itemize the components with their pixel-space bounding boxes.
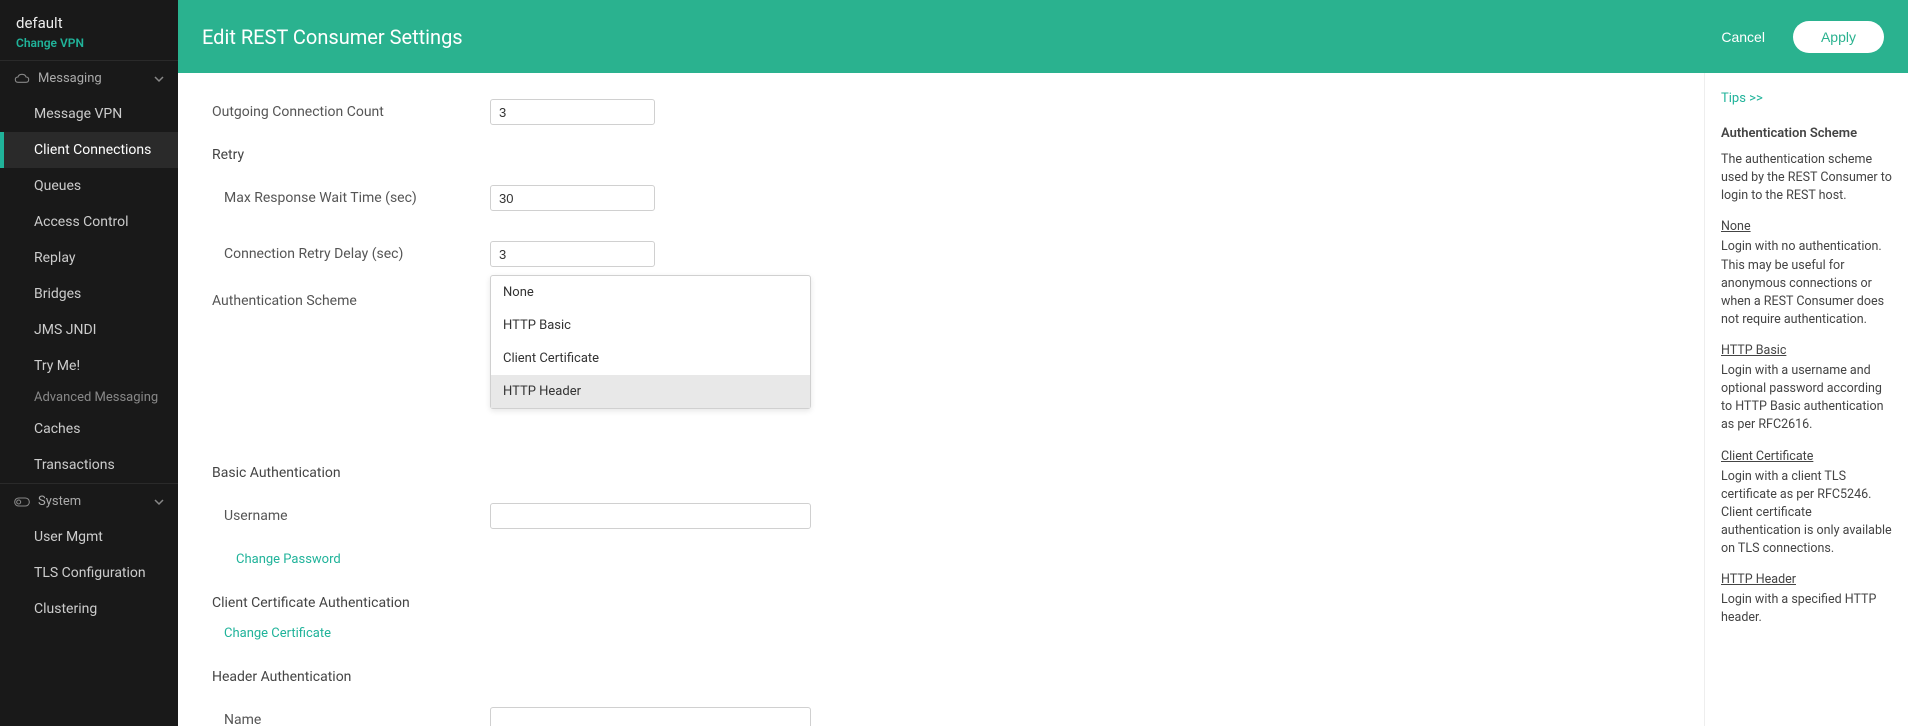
sidebar-item-caches[interactable]: Caches [0, 411, 178, 447]
sidebar-item-try-me[interactable]: Try Me! [0, 348, 178, 384]
cancel-button[interactable]: Cancel [1701, 19, 1785, 55]
section-client-cert: Client Certificate Authentication [212, 595, 1680, 611]
tips-cert-text: Login with a client TLS certificate as p… [1721, 468, 1892, 559]
label-header-name: Name [212, 712, 490, 726]
tips-header-label: HTTP Header [1721, 572, 1892, 587]
tips-header-text: Login with a specified HTTP header. [1721, 591, 1892, 627]
auth-option-client-cert[interactable]: Client Certificate [491, 342, 810, 375]
chevron-down-icon [154, 74, 164, 84]
section-header-auth: Header Authentication [212, 669, 1680, 685]
label-outgoing-conn: Outgoing Connection Count [212, 104, 490, 120]
row-username: Username [212, 495, 1680, 537]
input-header-name[interactable] [490, 707, 811, 726]
auth-option-http-header[interactable]: HTTP Header [491, 375, 810, 408]
label-username: Username [212, 508, 490, 524]
sidebar: default Change VPN Messaging Message VPN… [0, 0, 178, 726]
tips-none-text: Login with no authentication. This may b… [1721, 238, 1892, 329]
tips-basic-label: HTTP Basic [1721, 343, 1892, 358]
sidebar-item-bridges[interactable]: Bridges [0, 276, 178, 312]
tips-title: Authentication Scheme [1721, 126, 1892, 141]
sidebar-item-jms-jndi[interactable]: JMS JNDI [0, 312, 178, 348]
auth-option-none[interactable]: None [491, 276, 810, 309]
row-conn-retry: Connection Retry Delay (sec) [212, 233, 1680, 275]
sidebar-item-clustering[interactable]: Clustering [0, 591, 178, 627]
vpn-name: default [16, 14, 162, 32]
label-auth-scheme: Authentication Scheme [212, 289, 490, 309]
auth-option-http-basic[interactable]: HTTP Basic [491, 309, 810, 342]
cloud-icon [14, 73, 30, 85]
row-auth-scheme: Authentication Scheme None HTTP Basic Cl… [212, 289, 1680, 331]
sidebar-item-replay[interactable]: Replay [0, 240, 178, 276]
input-username[interactable] [490, 503, 811, 529]
label-conn-retry: Connection Retry Delay (sec) [212, 246, 490, 262]
row-max-response: Max Response Wait Time (sec) [212, 177, 1680, 219]
input-conn-retry[interactable] [490, 241, 655, 267]
change-vpn-link[interactable]: Change VPN [16, 36, 162, 50]
sidebar-item-tls-config[interactable]: TLS Configuration [0, 555, 178, 591]
sidebar-header: default Change VPN [0, 0, 178, 60]
tips-none-label: None [1721, 219, 1892, 234]
sidebar-item-user-mgmt[interactable]: User Mgmt [0, 519, 178, 555]
sidebar-item-client-connections[interactable]: Client Connections [0, 132, 178, 168]
nav-section-system: System User Mgmt TLS Configuration Clust… [0, 483, 178, 627]
auth-scheme-dropdown: None HTTP Basic Client Certificate HTTP … [490, 275, 811, 409]
tips-intro: The authentication scheme used by the RE… [1721, 151, 1892, 205]
tips-link[interactable]: Tips >> [1721, 91, 1892, 106]
tips-cert-label: Client Certificate [1721, 449, 1892, 464]
sidebar-item-queues[interactable]: Queues [0, 168, 178, 204]
advanced-messaging-label: Advanced Messaging [0, 384, 178, 411]
nav-section-messaging: Messaging Message VPN Client Connections… [0, 60, 178, 483]
system-label: System [38, 494, 81, 509]
input-outgoing-conn[interactable] [490, 99, 655, 125]
sidebar-item-message-vpn[interactable]: Message VPN [0, 96, 178, 132]
system-icon [14, 497, 30, 507]
label-max-response: Max Response Wait Time (sec) [212, 190, 490, 206]
section-basic-auth: Basic Authentication [212, 465, 1680, 481]
content-area: Outgoing Connection Count Retry Max Resp… [178, 73, 1908, 726]
page-title: Edit REST Consumer Settings [202, 25, 463, 49]
tips-basic-text: Login with a username and optional passw… [1721, 362, 1892, 435]
row-outgoing-conn: Outgoing Connection Count [212, 91, 1680, 133]
nav-header-messaging[interactable]: Messaging [0, 61, 178, 96]
tips-panel: Tips >> Authentication Scheme The authen… [1704, 73, 1908, 726]
change-certificate-link[interactable]: Change Certificate [212, 626, 331, 641]
apply-button[interactable]: Apply [1793, 21, 1884, 53]
row-header-name: Name [212, 699, 1680, 726]
nav-header-system[interactable]: System [0, 484, 178, 519]
messaging-label: Messaging [38, 71, 102, 86]
input-max-response[interactable] [490, 185, 655, 211]
form-area: Outgoing Connection Count Retry Max Resp… [178, 73, 1704, 726]
sidebar-item-access-control[interactable]: Access Control [0, 204, 178, 240]
section-retry: Retry [212, 147, 1680, 163]
change-password-link[interactable]: Change Password [212, 552, 341, 567]
sidebar-item-transactions[interactable]: Transactions [0, 447, 178, 483]
main-area: Edit REST Consumer Settings Cancel Apply… [178, 0, 1908, 726]
header-bar: Edit REST Consumer Settings Cancel Apply [178, 0, 1908, 73]
chevron-down-icon [154, 497, 164, 507]
